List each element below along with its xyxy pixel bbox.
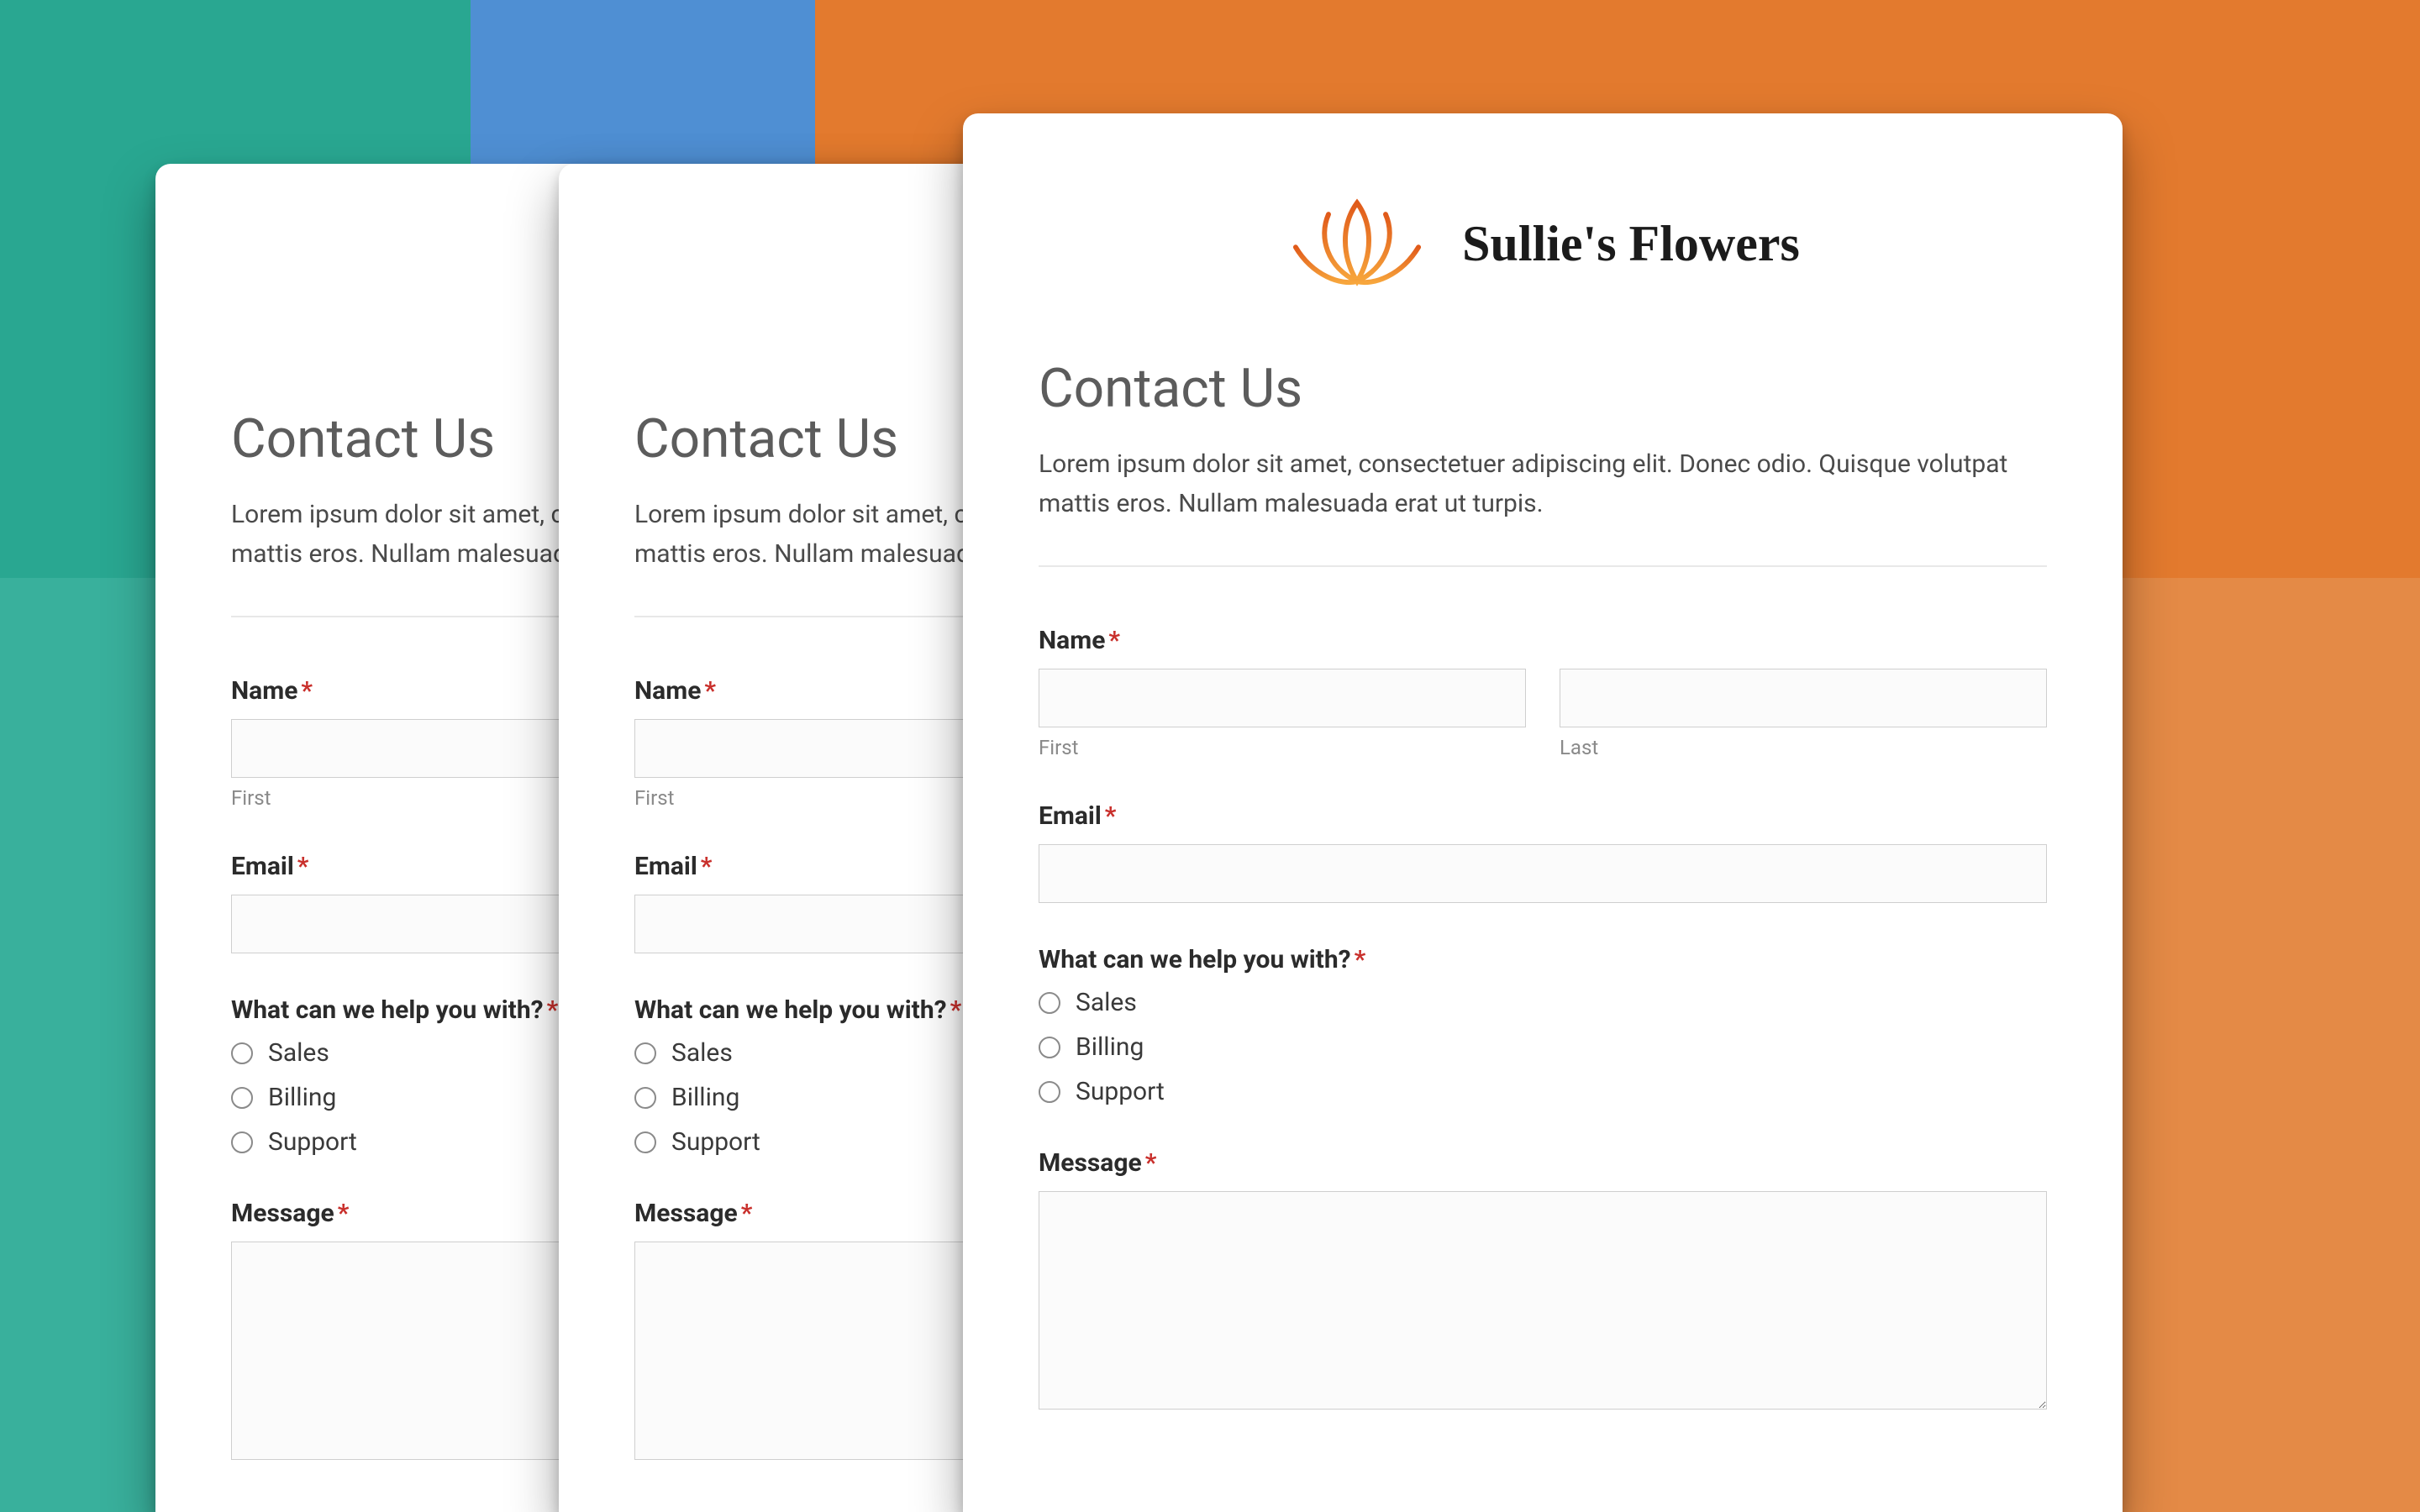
radio-label: Billing bbox=[268, 1083, 336, 1112]
required-mark: * bbox=[950, 995, 962, 1025]
radio-label: Sales bbox=[671, 1038, 733, 1068]
radio-label: Support bbox=[671, 1127, 760, 1157]
radio-input[interactable] bbox=[634, 1087, 656, 1109]
email-label-text: Email bbox=[1039, 801, 1102, 831]
form-intro: Lorem ipsum dolor sit amet, consectetuer… bbox=[1039, 445, 2047, 523]
radio-input[interactable] bbox=[1039, 1081, 1060, 1103]
name-block: Name* First Last bbox=[1039, 626, 2047, 759]
message-label-text: Message bbox=[1039, 1148, 1142, 1178]
topic-label-text: What can we help you with? bbox=[231, 995, 544, 1025]
message-input[interactable] bbox=[1039, 1191, 2047, 1410]
required-mark: * bbox=[547, 995, 559, 1025]
radio-label: Sales bbox=[268, 1038, 329, 1068]
last-name-sublabel: Last bbox=[1560, 736, 2047, 759]
form-heading: Contact Us bbox=[1039, 357, 2047, 420]
email-label: Email* bbox=[1039, 801, 2047, 831]
required-mark: * bbox=[1108, 626, 1120, 655]
logo-row: Sullie's Flowers bbox=[1039, 189, 2047, 298]
radio-label: Sales bbox=[1076, 988, 1137, 1017]
radio-label: Support bbox=[268, 1127, 357, 1157]
form-card-orange: Sullie's Flowers Contact Us Lorem ipsum … bbox=[963, 113, 2123, 1512]
name-label-text: Name bbox=[231, 676, 297, 706]
email-block: Email* bbox=[1039, 801, 2047, 903]
topic-option-sales[interactable]: Sales bbox=[1039, 988, 2047, 1017]
topic-block: What can we help you with?* Sales Billin… bbox=[1039, 945, 2047, 1106]
required-mark: * bbox=[701, 852, 713, 881]
message-block: Message* bbox=[1039, 1148, 2047, 1413]
required-mark: * bbox=[297, 852, 309, 881]
required-mark: * bbox=[1355, 945, 1366, 974]
radio-input[interactable] bbox=[1039, 992, 1060, 1014]
required-mark: * bbox=[1145, 1148, 1157, 1178]
radio-label: Support bbox=[1076, 1077, 1165, 1106]
email-label-text: Email bbox=[231, 852, 294, 881]
brand-name: Sullie's Flowers bbox=[1462, 215, 1800, 273]
radio-input[interactable] bbox=[634, 1131, 656, 1153]
first-name-sublabel: First bbox=[1039, 736, 1526, 759]
radio-label: Billing bbox=[671, 1083, 739, 1112]
radio-input[interactable] bbox=[231, 1042, 253, 1064]
topic-option-billing[interactable]: Billing bbox=[1039, 1032, 2047, 1062]
required-mark: * bbox=[301, 676, 313, 706]
email-input[interactable] bbox=[1039, 844, 2047, 903]
message-label-text: Message bbox=[231, 1199, 334, 1228]
required-mark: * bbox=[704, 676, 716, 706]
radio-input[interactable] bbox=[231, 1131, 253, 1153]
topic-label-text: What can we help you with? bbox=[1039, 945, 1351, 974]
topic-label: What can we help you with?* bbox=[1039, 945, 2047, 974]
message-label-text: Message bbox=[634, 1199, 738, 1228]
required-mark: * bbox=[741, 1199, 753, 1228]
lotus-icon bbox=[1286, 189, 1428, 298]
required-mark: * bbox=[1105, 801, 1117, 831]
name-label-text: Name bbox=[1039, 626, 1105, 655]
name-label: Name* bbox=[1039, 626, 2047, 655]
name-label-text: Name bbox=[634, 676, 701, 706]
topic-label-text: What can we help you with? bbox=[634, 995, 947, 1025]
radio-input[interactable] bbox=[634, 1042, 656, 1064]
message-label: Message* bbox=[1039, 1148, 2047, 1178]
first-name-input[interactable] bbox=[1039, 669, 1526, 727]
divider bbox=[1039, 565, 2047, 567]
last-name-input[interactable] bbox=[1560, 669, 2047, 727]
radio-input[interactable] bbox=[231, 1087, 253, 1109]
radio-input[interactable] bbox=[1039, 1037, 1060, 1058]
email-label-text: Email bbox=[634, 852, 697, 881]
topic-option-support[interactable]: Support bbox=[1039, 1077, 2047, 1106]
radio-label: Billing bbox=[1076, 1032, 1144, 1062]
stage: Contact Us Lorem ipsum dolor sit amet, c… bbox=[0, 0, 2420, 1512]
required-mark: * bbox=[338, 1199, 350, 1228]
